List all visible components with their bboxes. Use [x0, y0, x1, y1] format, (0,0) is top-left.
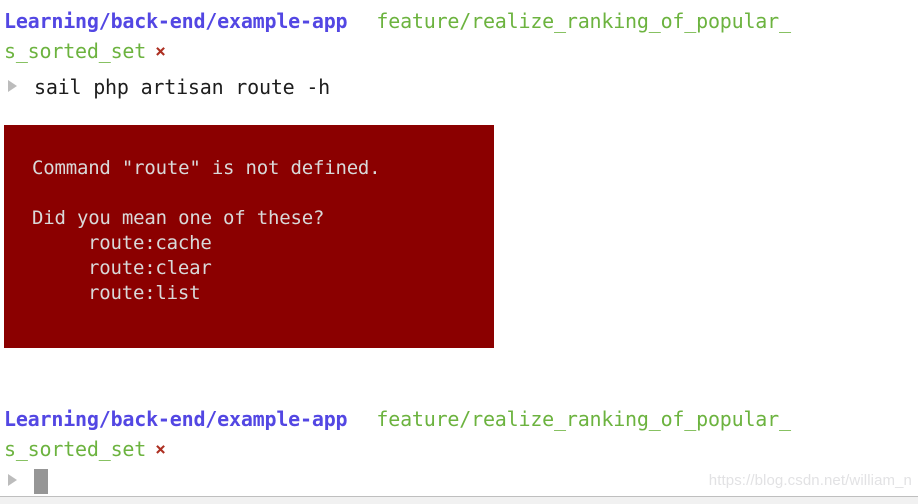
git-branch-name-continued: s_sorted_set — [4, 437, 147, 461]
error-suggestion: route:cache — [88, 232, 212, 254]
git-branch-name: feature/realize_ranking_of_popular_ — [376, 407, 791, 431]
watermark: https://blog.csdn.net/william_n — [708, 472, 912, 489]
prompt-line-primary: Learning/back-end/example-app feature/rea… — [4, 6, 918, 36]
error-line-blank — [4, 181, 494, 206]
terminal-output-pane[interactable]: Learning/back-end/example-app feature/rea… — [0, 0, 918, 496]
git-branch-name-continued: s_sorted_set — [4, 39, 147, 63]
error-suggestion: route:list — [88, 282, 201, 304]
prompt-header-bottom: Learning/back-end/example-app feature/rea… — [4, 404, 918, 464]
close-icon[interactable]: × — [155, 435, 166, 464]
error-suggestion: route:clear — [88, 257, 212, 279]
prompt-line-wrapped: s_sorted_set × — [4, 36, 918, 66]
run-icon — [8, 80, 17, 92]
prompt-header-top: Learning/back-end/example-app feature/rea… — [4, 6, 918, 66]
close-icon[interactable]: × — [155, 37, 166, 66]
command-line: sail php artisan route -h — [4, 72, 330, 102]
text-cursor — [34, 469, 48, 494]
terminal-input-line[interactable] — [4, 466, 65, 496]
prompt-line-primary: Learning/back-end/example-app feature/rea… — [4, 404, 918, 434]
git-branch-name: feature/realize_ranking_of_popular_ — [376, 9, 791, 33]
error-line: Did you mean one of these? — [32, 207, 325, 229]
bottom-scrollbar-track[interactable] — [0, 496, 918, 504]
run-icon — [8, 474, 17, 486]
working-directory-path: Learning/back-end/example-app — [4, 9, 348, 33]
error-line: Command "route" is not defined. — [32, 157, 381, 179]
error-message-box: Command "route" is not defined. Did you … — [4, 125, 494, 348]
working-directory-path: Learning/back-end/example-app — [4, 407, 348, 431]
prompt-line-wrapped: s_sorted_set × — [4, 434, 918, 464]
command-text: sail php artisan route -h — [34, 75, 331, 99]
